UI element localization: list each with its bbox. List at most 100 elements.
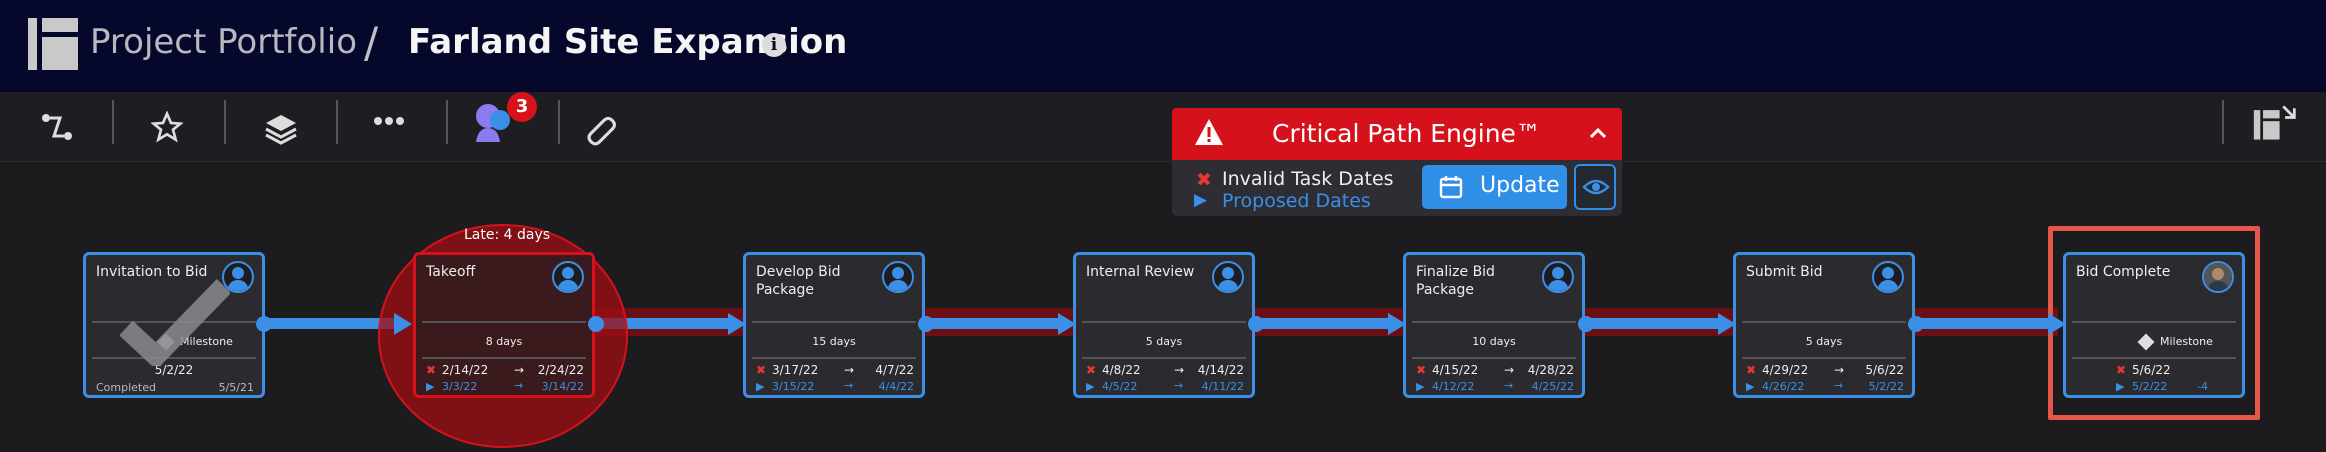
task-card-internal-review[interactable]: Internal Review 5 days ✖ 4/8/22 → 4/14/2…	[1073, 252, 1255, 398]
star-icon[interactable]	[144, 104, 190, 150]
task-duration: 5 days	[1805, 335, 1843, 348]
task-card-finalize-bid-package[interactable]: Finalize Bid Package 10 days ✖ 4/15/22 →…	[1403, 252, 1585, 398]
attachment-icon[interactable]	[578, 106, 624, 152]
connector-dot[interactable]	[1908, 316, 1924, 332]
assignee-avatar-icon[interactable]	[1212, 261, 1244, 293]
arrow-icon: →	[514, 379, 524, 392]
task-duration: 8 days	[485, 335, 523, 348]
invalid-x-icon: ✖	[1086, 363, 1097, 377]
arrow-icon: →	[1834, 379, 1844, 392]
task-card-develop-bid-package[interactable]: Develop Bid Package 15 days ✖ 3/17/22 → …	[743, 252, 925, 398]
card-divider	[422, 321, 586, 323]
invalid-x-icon: ✖	[756, 363, 767, 377]
route-icon[interactable]	[34, 104, 80, 150]
late-label: Late: 4 days	[464, 227, 551, 243]
connector-arrow	[728, 313, 746, 335]
update-button[interactable]: Update	[1422, 165, 1567, 209]
card-divider	[1412, 321, 1576, 323]
connector-arrow	[1388, 313, 1406, 335]
info-icon[interactable]: i	[762, 33, 786, 57]
assignee-avatar-icon[interactable]	[1872, 261, 1904, 293]
proposed-start-date: 4/12/22	[1432, 380, 1475, 393]
arrow-icon: →	[1504, 363, 1515, 377]
app-root: Project Portfolio / Farland Site Expansi…	[0, 0, 2326, 452]
critical-path-header[interactable]: Critical Path Engine™	[1172, 108, 1622, 160]
task-start-date: 4/29/22	[1762, 363, 1809, 377]
dependency-link	[264, 318, 394, 329]
connector-dot[interactable]	[588, 316, 604, 332]
card-divider	[1082, 321, 1246, 323]
dependency-link	[1586, 318, 1721, 329]
connector-arrow	[2048, 313, 2066, 335]
connector-dot[interactable]	[918, 316, 934, 332]
proposed-start-date: 4/5/22	[1102, 380, 1138, 393]
connector-dot[interactable]	[1578, 316, 1594, 332]
proposed-start-date: 4/26/22	[1762, 380, 1805, 393]
card-divider	[1412, 357, 1576, 359]
app-logo-icon[interactable]	[28, 18, 78, 70]
card-divider	[1742, 321, 1906, 323]
critical-path-body: ✖ Invalid Task Dates ▶ Proposed Dates Up…	[1172, 160, 1622, 216]
proposed-start-date: 3/15/22	[772, 380, 815, 393]
chevron-up-icon[interactable]	[1588, 126, 1608, 140]
layers-icon[interactable]	[258, 106, 304, 152]
card-divider	[752, 321, 916, 323]
dependency-link	[1256, 318, 1391, 329]
arrow-icon: →	[844, 379, 854, 392]
toolbar-divider	[446, 100, 448, 144]
toolbar-divider	[2222, 100, 2224, 144]
task-card-takeoff[interactable]: Takeoff 8 days ✖ 2/14/22 → 2/24/22 ▶ 3/3…	[413, 252, 595, 398]
task-end-date: 4/28/22	[1527, 363, 1574, 377]
task-status: Completed	[96, 381, 156, 394]
proposed-end-date: 4/11/22	[1201, 380, 1244, 393]
connector-dot[interactable]	[256, 316, 272, 332]
card-divider	[1082, 357, 1246, 359]
task-start-date: 4/8/22	[1102, 363, 1141, 377]
dependency-link	[1916, 318, 2051, 329]
task-name: Takeoff	[426, 264, 476, 280]
arrow-icon: →	[1174, 363, 1185, 377]
warning-icon	[1195, 119, 1223, 145]
toolbar-divider	[558, 100, 560, 144]
toolbar	[0, 92, 2326, 162]
eye-toggle-button[interactable]	[1574, 164, 1616, 210]
task-start-date: 3/17/22	[772, 363, 819, 377]
team-notification-badge: 3	[507, 92, 537, 122]
proposed-start-date: 3/3/22	[442, 380, 478, 393]
selection-highlight	[2048, 226, 2260, 420]
task-start-date: 2/14/22	[442, 363, 489, 377]
invalid-x-icon: ✖	[1416, 363, 1427, 377]
header-bar: Project Portfolio / Farland Site Expansi…	[0, 0, 2326, 92]
proposed-end-date: 4/25/22	[1531, 380, 1574, 393]
dependency-link	[926, 318, 1061, 329]
assignee-avatar-icon[interactable]	[552, 261, 584, 293]
task-duration: 5 days	[1145, 335, 1183, 348]
assignee-avatar-icon[interactable]	[882, 261, 914, 293]
connector-arrow	[1718, 313, 1736, 335]
breadcrumb-portfolio-link[interactable]: Project Portfolio	[90, 22, 357, 62]
completed-check-icon	[120, 279, 230, 366]
task-duration: 15 days	[812, 335, 856, 348]
connector-arrow	[394, 313, 412, 335]
connector-dot[interactable]	[1248, 316, 1264, 332]
task-card-submit-bid[interactable]: Submit Bid 5 days ✖ 4/29/22 → 5/6/22 ▶ 4…	[1733, 252, 1915, 398]
toolbar-divider	[336, 100, 338, 144]
proposed-end-date: 5/2/22	[1868, 380, 1904, 393]
card-divider	[752, 357, 916, 359]
update-button-label: Update	[1480, 173, 1560, 198]
task-completed-date: 5/5/21	[218, 381, 254, 394]
arrow-icon: →	[1504, 379, 1514, 392]
proposed-play-icon: ▶	[1746, 380, 1755, 393]
connector-arrow	[1058, 313, 1076, 335]
calendar-icon	[1439, 176, 1463, 199]
invalid-dates-label: Invalid Task Dates	[1222, 168, 1394, 190]
assignee-avatar-icon[interactable]	[1542, 261, 1574, 293]
arrow-icon: →	[1834, 363, 1845, 377]
card-divider	[1742, 357, 1906, 359]
more-icon[interactable]	[366, 98, 412, 144]
invalid-x-icon: ✖	[1746, 363, 1757, 377]
task-end-date: 4/14/22	[1197, 363, 1244, 377]
critical-path-panel: Critical Path Engine™ ✖ Invalid Task Dat…	[1172, 108, 1622, 216]
arrow-icon: →	[844, 363, 855, 377]
collapse-panel-icon[interactable]	[2252, 100, 2298, 146]
